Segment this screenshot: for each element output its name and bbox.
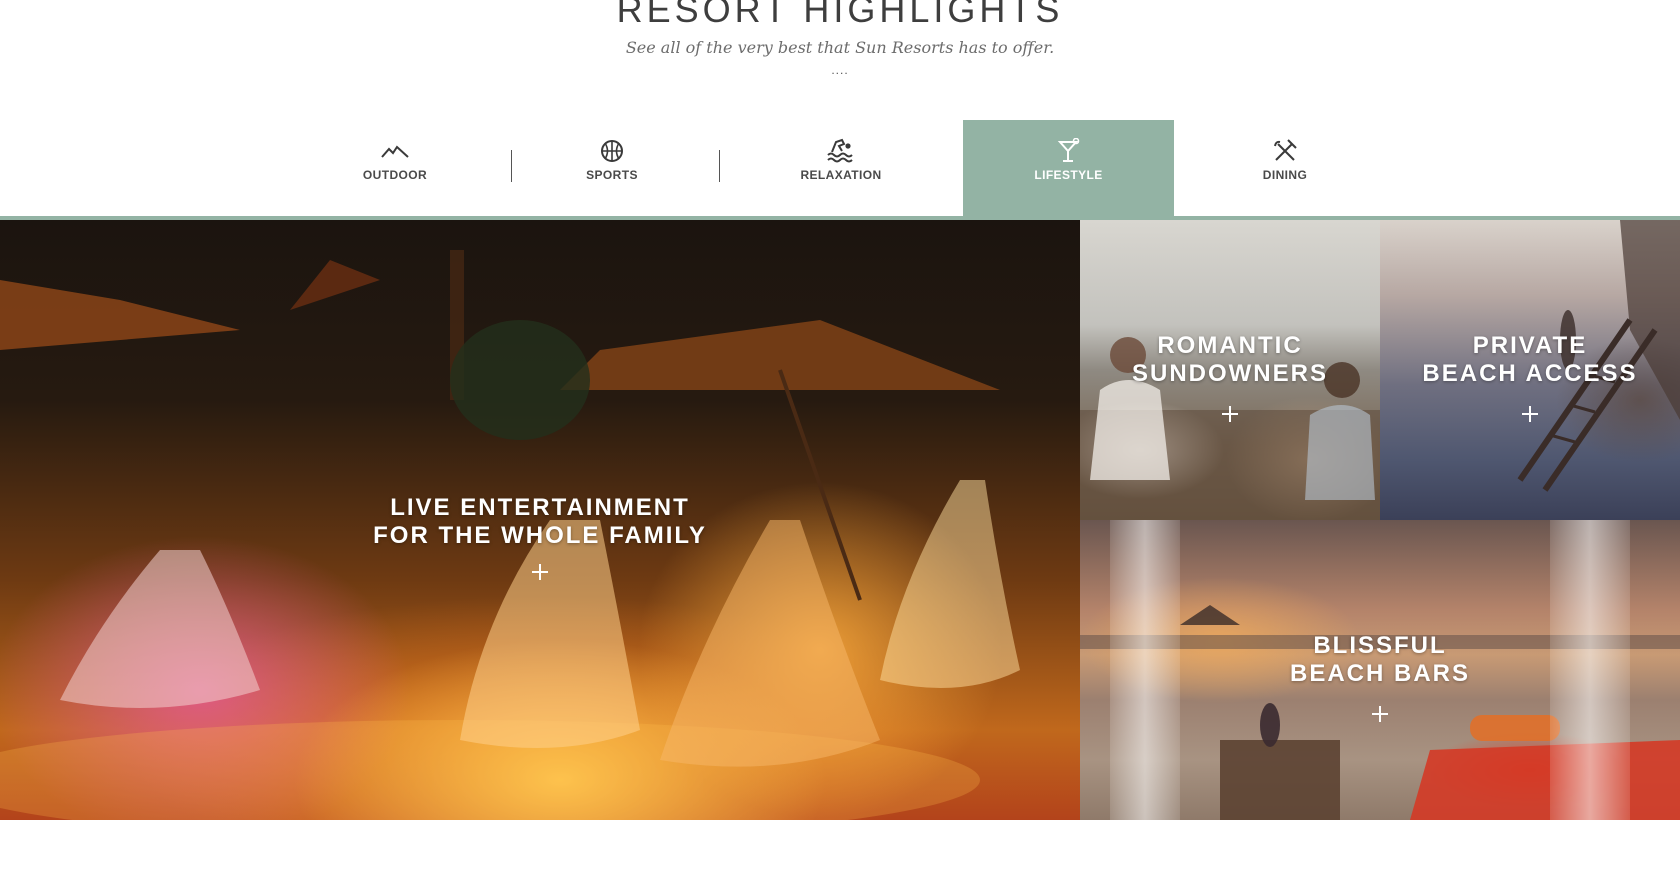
expand-plus-icon[interactable] [1372,706,1388,722]
tile-private-beach-access[interactable]: PRIVATE BEACH ACCESS [1380,220,1680,520]
tile-bars-line1: BLISSFUL [1313,632,1447,659]
tile-private-title: PRIVATE BEACH ACCESS [1380,332,1680,388]
cocktail-icon [1054,138,1084,164]
tab-outdoor[interactable]: OUTDOOR [310,120,480,216]
tile-romantic-line2: SUNDOWNERS [1131,360,1328,387]
tile-live-entertainment[interactable]: LIVE ENTERTAINMENT FOR THE WHOLE FAMILY [0,220,1080,820]
page-subtitle: See all of the very best that Sun Resort… [625,38,1055,57]
tile-romantic-title: ROMANTIC SUNDOWNERS [1080,332,1380,388]
swimming-icon [826,138,856,164]
mountain-icon [380,138,410,164]
fork-knife-icon [1270,138,1300,164]
tab-relaxation-label: RELAXATION [800,168,882,182]
tile-private-line2: BEACH ACCESS [1422,360,1638,387]
tile-private-line1: PRIVATE [1472,332,1588,359]
category-tabs: OUTDOOR SPORTS RELAXATION LIFESTYLE DINI… [0,120,1680,220]
tile-bars-line2: BEACH BARS [1289,660,1470,687]
tab-outdoor-label: OUTDOOR [362,168,428,182]
tile-live-line2: FOR THE WHOLE FAMILY [373,522,707,549]
tab-lifestyle-label: LIFESTYLE [1034,168,1103,182]
tile-bars-title: BLISSFUL BEACH BARS [1080,632,1680,688]
tab-sports-label: SPORTS [586,168,638,182]
basketball-icon [597,138,627,164]
tile-live-title: LIVE ENTERTAINMENT FOR THE WHOLE FAMILY [0,494,1080,550]
tab-sports[interactable]: SPORTS [527,120,697,216]
expand-plus-icon[interactable] [532,564,548,580]
tile-romantic-sundowners[interactable]: ROMANTIC SUNDOWNERS [1080,220,1380,520]
tab-separator [719,150,720,182]
page-title: RESORT HIGHLIGHTS [616,0,1064,30]
tab-dining-label: DINING [1262,168,1308,182]
expand-plus-icon[interactable] [1222,406,1238,422]
highlights-grid: LIVE ENTERTAINMENT FOR THE WHOLE FAMILY … [0,220,1680,820]
title-divider: .... [831,63,849,77]
expand-plus-icon[interactable] [1522,406,1538,422]
tab-dining[interactable]: DINING [1200,120,1370,216]
tab-separator [511,150,512,182]
tab-relaxation[interactable]: RELAXATION [756,120,926,216]
tile-blissful-beach-bars[interactable]: BLISSFUL BEACH BARS [1080,520,1680,820]
tile-romantic-line1: ROMANTIC [1157,332,1303,359]
tab-lifestyle[interactable]: LIFESTYLE [963,120,1174,216]
tile-live-line1: LIVE ENTERTAINMENT [390,494,690,521]
